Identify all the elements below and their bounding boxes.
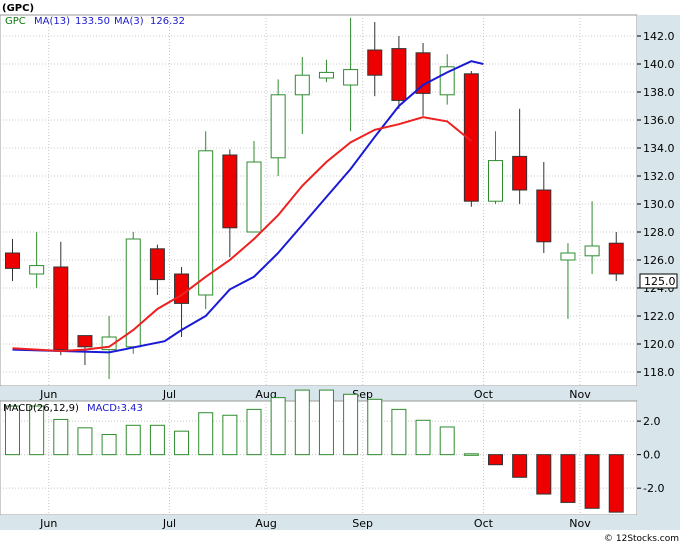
macd-params: MACD(26,12,9): [3, 403, 79, 414]
macd-bar: [608, 454, 624, 513]
macd-tick-label: -2.0: [643, 482, 664, 495]
legend-ma13-value: 133.50: [75, 16, 110, 27]
macd-bar: [463, 453, 479, 456]
legend-ma3-value: 126.32: [150, 16, 185, 27]
candle-body: [318, 71, 334, 79]
candle-body: [29, 265, 45, 275]
candle-body: [222, 154, 238, 229]
price-tick-label: 136.0: [643, 114, 675, 127]
macd-bar: [125, 424, 141, 456]
macd-x-label: Jun: [39, 517, 57, 530]
candle-body: [391, 48, 407, 101]
macd-bar: [367, 398, 383, 456]
price-tick-label: 132.0: [643, 170, 675, 183]
legend-ma3-label: MA(3): [114, 16, 144, 27]
candle-body: [536, 189, 552, 243]
macd-tick-label: 2.0: [643, 415, 661, 428]
macd-bar: [536, 454, 552, 495]
price-tick-label: 134.0: [643, 142, 675, 155]
macd-bar: [488, 454, 503, 466]
candle-body: [53, 266, 69, 351]
last-price-text: 125.0: [644, 275, 676, 288]
macd-bar: [439, 426, 455, 456]
price-tick-label: 118.0: [643, 366, 675, 379]
price-tick-label: 128.0: [643, 226, 675, 239]
candle-body: [77, 335, 93, 348]
stock-chart: (GPC) GPC MA(13) 133.50 MA(3) 126.32 118…: [0, 0, 680, 546]
price-tick-label: 140.0: [643, 58, 675, 71]
candle-body: [294, 74, 310, 96]
macd-value: -3.43: [117, 403, 143, 414]
macd-bar: [584, 454, 600, 509]
candle-body: [149, 248, 165, 281]
macd-bar: [174, 430, 190, 456]
candle-body: [584, 245, 600, 257]
macd-bar: [343, 393, 359, 456]
macd-bar: [294, 389, 310, 456]
price-tick-label: 120.0: [643, 338, 675, 351]
macd-bar: [101, 434, 117, 456]
macd-bar: [270, 397, 286, 456]
candle-body: [367, 49, 383, 76]
watermark: © 12Stocks.com: [604, 534, 679, 544]
macd-bar: [391, 408, 407, 456]
macd-tick-label: 0.0: [643, 449, 661, 462]
price-tick-label: 122.0: [643, 310, 675, 323]
price-tick-label: 142.0: [643, 30, 675, 43]
candle-body: [343, 69, 359, 86]
price-x-label: Nov: [569, 388, 591, 401]
macd-bar: [415, 419, 431, 456]
macd-x-label: Jul: [162, 517, 176, 530]
macd-x-label: Sep: [352, 517, 373, 530]
macd-bar: [53, 418, 69, 456]
price-tick-label: 138.0: [643, 86, 675, 99]
candle-body: [5, 252, 20, 269]
candle-body: [512, 155, 528, 191]
macd-bar: [149, 424, 165, 456]
candle-body: [608, 242, 624, 275]
macd-bar: [222, 414, 238, 456]
price-x-label: Jun: [39, 388, 57, 401]
price-x-label: Jul: [162, 388, 176, 401]
candle: [125, 232, 141, 354]
chart-symbol: (GPC): [2, 3, 34, 14]
candle-body: [270, 94, 286, 159]
macd-bar: [512, 454, 528, 478]
candle-body: [488, 160, 503, 202]
candle-body: [174, 273, 190, 304]
candle-body: [246, 161, 262, 233]
macd-bar: [318, 389, 334, 456]
macd-bar: [77, 427, 93, 456]
candle-body: [560, 252, 576, 261]
macd-bar: [246, 408, 262, 456]
price-date-band: [0, 386, 637, 401]
price-tick-label: 126.0: [643, 254, 675, 267]
last-price-badge: 125.0: [639, 273, 678, 289]
price-tick-label: 130.0: [643, 198, 675, 211]
legend-ma13-label: MA(13): [34, 16, 70, 27]
macd-bar: [198, 412, 214, 456]
candle-body: [415, 52, 431, 94]
page-background: [0, 0, 680, 546]
candle: [463, 71, 479, 207]
candle: [198, 131, 214, 309]
legend-ticker: GPC: [5, 16, 26, 27]
macd-x-label: Nov: [569, 517, 591, 530]
macd-bar: [560, 454, 576, 503]
macd-x-label: Aug: [255, 517, 276, 530]
price-x-label: Oct: [474, 388, 494, 401]
macd-label: MACD:: [87, 403, 120, 414]
macd-x-label: Oct: [474, 517, 494, 530]
